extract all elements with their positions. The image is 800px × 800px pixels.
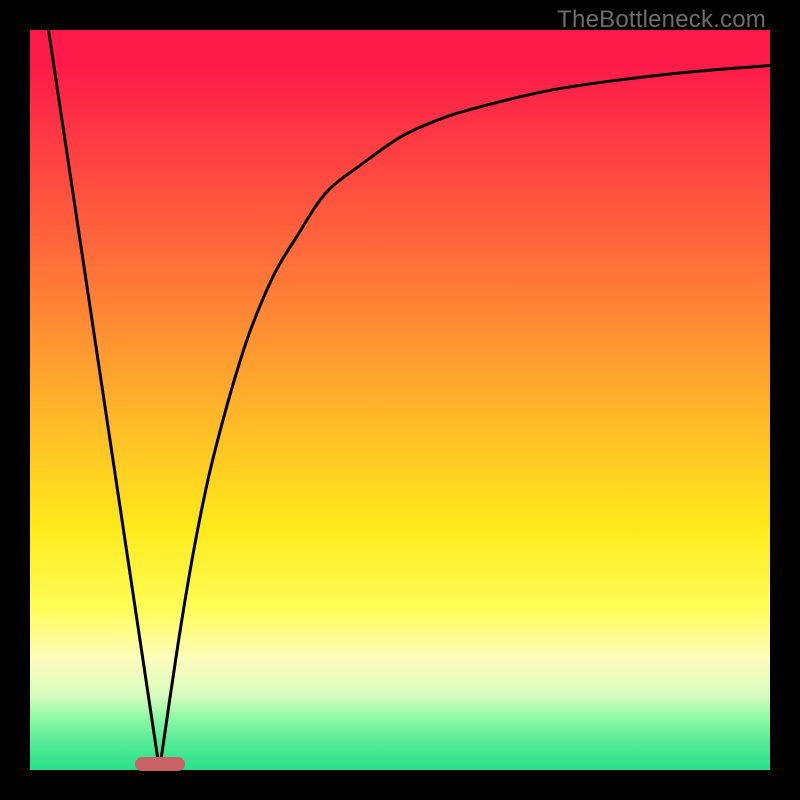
chart-curves <box>30 30 770 770</box>
curve-left-leg <box>49 30 160 770</box>
chart-frame: TheBottleneck.com <box>0 0 800 800</box>
watermark-label: TheBottleneck.com <box>557 6 766 34</box>
curve-right <box>160 66 771 771</box>
bottleneck-marker <box>135 757 185 771</box>
